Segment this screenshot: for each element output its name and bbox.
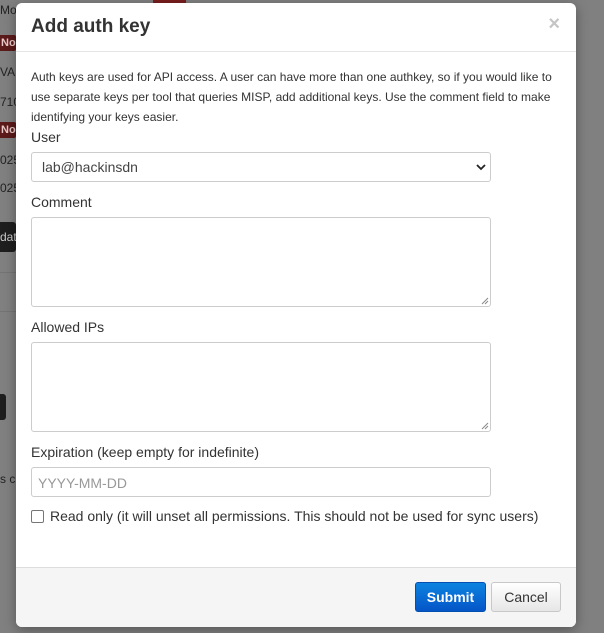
user-label: User xyxy=(31,129,61,145)
expiration-input[interactable]: YYYY-MM-DD xyxy=(31,467,491,497)
comment-textarea[interactable] xyxy=(31,217,491,307)
modal-header: Add auth key × xyxy=(16,3,576,52)
expiration-placeholder: YYYY-MM-DD xyxy=(38,475,127,491)
close-icon[interactable]: × xyxy=(548,14,560,34)
background-divider xyxy=(0,272,16,273)
modal-description: Auth keys are used for API access. A use… xyxy=(31,70,552,124)
submit-button[interactable]: Submit xyxy=(415,582,486,612)
cancel-button[interactable]: Cancel xyxy=(491,582,561,612)
background-badge: No xyxy=(0,35,16,51)
chevron-down-icon xyxy=(476,164,486,171)
background-badge: No xyxy=(0,122,16,138)
modal-footer: Submit Cancel xyxy=(16,567,576,627)
background-button xyxy=(0,394,6,420)
background-text: s c xyxy=(0,472,16,486)
allowed-ips-label: Allowed IPs xyxy=(31,319,105,335)
allowed-ips-textarea[interactable] xyxy=(31,342,491,432)
user-select-value: lab@hackinsdn xyxy=(42,159,138,175)
read-only-checkbox[interactable] xyxy=(31,510,44,523)
background-divider xyxy=(0,311,16,312)
background-button: dat xyxy=(0,222,16,252)
background-text: Mo xyxy=(0,3,17,17)
add-auth-key-modal: Add auth key × Auth keys are used for AP… xyxy=(16,3,576,627)
background-text: VA xyxy=(0,65,16,79)
resize-grip-icon[interactable] xyxy=(481,297,489,305)
user-select[interactable]: lab@hackinsdn xyxy=(31,152,491,182)
expiration-label: Expiration (keep empty for indefinite) xyxy=(31,444,259,460)
modal-title: Add auth key xyxy=(31,16,151,37)
comment-label: Comment xyxy=(31,194,92,210)
resize-grip-icon[interactable] xyxy=(481,422,489,430)
read-only-label[interactable]: Read only (it will unset all permissions… xyxy=(50,508,538,524)
